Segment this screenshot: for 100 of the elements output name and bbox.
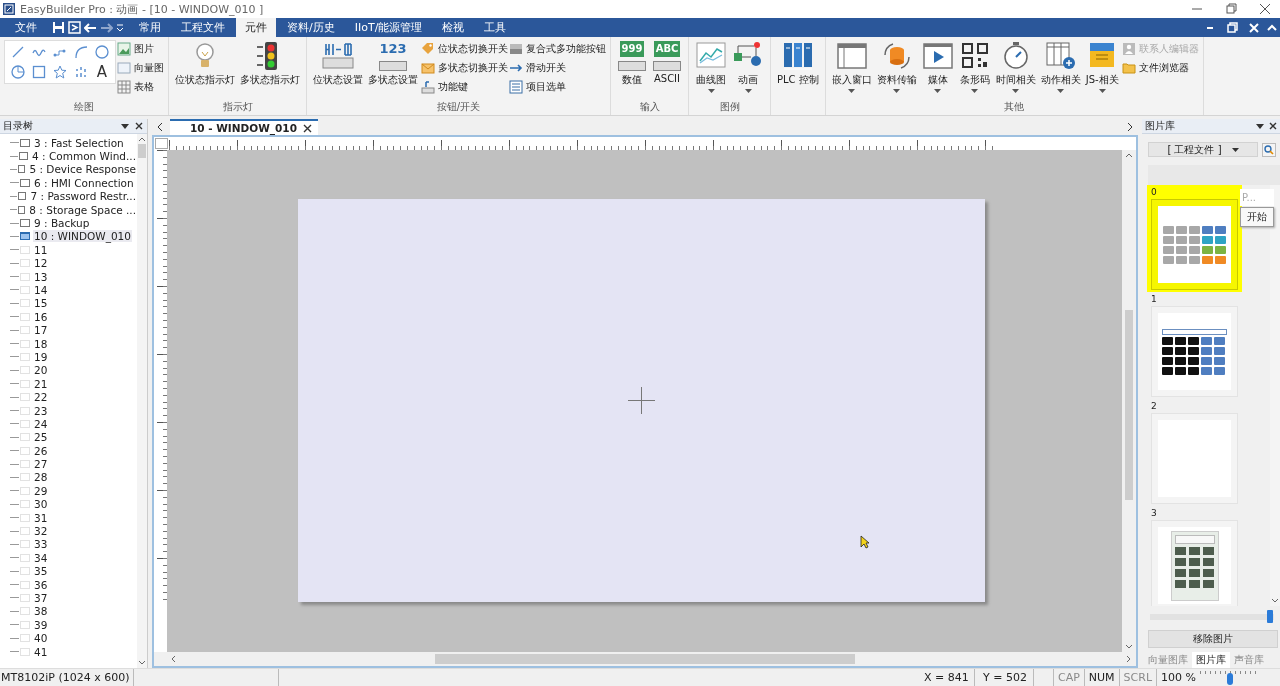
ribbon-tab[interactable]: 元件 bbox=[236, 18, 276, 37]
ribbon-button[interactable]: 项目选单 bbox=[509, 79, 606, 95]
scroll-down-icon[interactable] bbox=[1271, 598, 1279, 604]
scroll-thumb[interactable] bbox=[435, 654, 855, 664]
tree-item[interactable]: 40 bbox=[33, 632, 49, 645]
tree-item[interactable]: 5 : Device Response bbox=[28, 163, 137, 176]
dropdown-icon[interactable] bbox=[120, 121, 130, 131]
ribbon-tab[interactable]: 工具 bbox=[475, 18, 516, 37]
file-menu[interactable]: 文件 bbox=[6, 18, 46, 37]
scroll-down-icon[interactable] bbox=[1125, 644, 1133, 650]
ribbon-button[interactable]: 图片 bbox=[117, 41, 164, 57]
tree-item[interactable]: 32 bbox=[33, 525, 49, 537]
close-icon[interactable] bbox=[302, 123, 312, 133]
tree-item[interactable]: 34 bbox=[33, 551, 49, 564]
slider-thumb[interactable] bbox=[1267, 610, 1274, 623]
tree-item[interactable]: 7 : Password Restr... bbox=[29, 190, 137, 203]
star-tool-icon[interactable] bbox=[53, 65, 67, 79]
tree-item[interactable]: 39 bbox=[33, 618, 49, 631]
tree-item[interactable]: 27 bbox=[33, 458, 49, 471]
ribbon-tab[interactable]: 工程文件 bbox=[172, 18, 234, 37]
ribbon-button[interactable]: 文件浏览器 bbox=[1121, 60, 1199, 76]
context-menu-item[interactable]: 开始 bbox=[1240, 207, 1274, 227]
document-tab[interactable]: 10 - WINDOW_010 bbox=[170, 119, 318, 135]
ribbon-button[interactable]: 位状态指示灯 bbox=[173, 40, 237, 88]
ribbon-button[interactable]: 999 数值 bbox=[615, 40, 649, 88]
tree-item[interactable]: 3 : Fast Selection bbox=[33, 136, 125, 149]
scroll-left-icon[interactable] bbox=[170, 655, 176, 663]
ribbon-tab[interactable]: 检视 bbox=[433, 18, 474, 37]
scroll-right-icon[interactable] bbox=[1126, 122, 1134, 132]
tree-item[interactable]: 16 bbox=[33, 310, 49, 323]
scroll-thumb[interactable] bbox=[1125, 310, 1133, 500]
tree-item[interactable]: 8 : Storage Space ... bbox=[28, 203, 137, 216]
ribbon-button[interactable]: 动画 bbox=[730, 40, 766, 94]
ribbon-tab[interactable]: IIoT/能源管理 bbox=[345, 18, 432, 37]
scrollbar[interactable] bbox=[137, 134, 147, 668]
tree-item[interactable]: 33 bbox=[33, 538, 49, 551]
slider-thumb[interactable] bbox=[1227, 672, 1233, 685]
tree-item[interactable]: 4 : Common Wind... bbox=[31, 150, 137, 163]
save-icon[interactable] bbox=[52, 21, 65, 34]
ribbon-button[interactable]: 滑动开关 bbox=[509, 60, 606, 76]
tree-item[interactable]: 11 bbox=[33, 243, 49, 256]
ribbon-button[interactable]: 复合式多功能按钮 bbox=[509, 41, 606, 57]
tree-item[interactable]: 22 bbox=[33, 391, 49, 404]
tree-item[interactable]: 35 bbox=[33, 565, 49, 578]
close-icon[interactable] bbox=[134, 121, 144, 131]
tree-item[interactable]: 24 bbox=[33, 417, 49, 430]
ribbon-button[interactable]: 嵌入窗口 bbox=[829, 40, 874, 94]
dropdown-icon[interactable] bbox=[1255, 121, 1265, 131]
ribbon-button[interactable]: 资料传输 bbox=[874, 40, 919, 94]
scrollbar[interactable] bbox=[154, 652, 1136, 666]
tree-item[interactable]: 15 bbox=[33, 297, 49, 310]
scroll-down-icon[interactable] bbox=[138, 660, 146, 666]
tree-item[interactable]: 23 bbox=[33, 404, 49, 417]
scroll-right-icon[interactable] bbox=[1126, 655, 1132, 663]
ribbon-button[interactable]: 功能键 bbox=[421, 79, 508, 95]
undo-icon[interactable] bbox=[84, 21, 97, 34]
remove-picture-button[interactable]: 移除图片 bbox=[1148, 630, 1278, 648]
ribbon-button[interactable]: 123 多状态设置 bbox=[366, 40, 420, 88]
close-icon[interactable] bbox=[1269, 121, 1277, 131]
tree-item[interactable]: 26 bbox=[33, 444, 49, 457]
scrollbar[interactable] bbox=[1270, 185, 1280, 606]
ribbon-button[interactable]: 媒体 bbox=[919, 40, 956, 94]
scroll-thumb[interactable] bbox=[138, 144, 146, 158]
scroll-up-icon[interactable] bbox=[138, 136, 146, 142]
library-tab[interactable]: 图片库 bbox=[1192, 652, 1230, 668]
export-icon[interactable] bbox=[68, 21, 81, 34]
rectangle-tool-icon[interactable] bbox=[32, 65, 46, 79]
ribbon-button[interactable]: 时间相关 bbox=[993, 40, 1038, 94]
circle-tool-icon[interactable] bbox=[95, 45, 109, 59]
tree-item[interactable]: 31 bbox=[33, 511, 49, 524]
ribbon-tab[interactable]: 资料/历史 bbox=[278, 18, 344, 37]
tree-item[interactable]: 38 bbox=[33, 605, 49, 618]
picture-item[interactable]: 0 bbox=[1147, 185, 1242, 292]
tree-item[interactable]: 12 bbox=[33, 257, 49, 270]
redo-icon[interactable] bbox=[100, 21, 113, 34]
arc-tool-icon[interactable] bbox=[74, 45, 88, 59]
line-tool-icon[interactable] bbox=[11, 45, 25, 59]
search-icon[interactable] bbox=[1262, 142, 1276, 157]
tree-item[interactable]: 30 bbox=[33, 498, 49, 511]
ribbon-button[interactable]: 曲线图 bbox=[693, 40, 729, 94]
ribbon-button[interactable]: 多状态指示灯 bbox=[238, 40, 302, 88]
scrollbar[interactable] bbox=[1122, 150, 1136, 652]
ribbon-button[interactable]: 多状态切换开关 bbox=[421, 60, 508, 76]
pie-tool-icon[interactable] bbox=[11, 65, 25, 79]
ribbon-tab[interactable]: 常用 bbox=[130, 18, 170, 37]
tree-item[interactable]: 25 bbox=[33, 431, 49, 444]
tree-item[interactable]: 28 bbox=[33, 471, 49, 484]
tree-item[interactable]: 14 bbox=[33, 284, 49, 296]
customize-caret-icon[interactable] bbox=[116, 21, 124, 34]
text-tool[interactable]: A bbox=[96, 65, 108, 79]
tree-item[interactable]: 37 bbox=[33, 591, 49, 604]
tree-item[interactable]: 6 : HMI Connection bbox=[33, 176, 135, 189]
tree-item[interactable]: 13 bbox=[33, 270, 49, 283]
tree-item[interactable]: 18 bbox=[33, 337, 49, 350]
scroll-up-icon[interactable] bbox=[1125, 152, 1133, 158]
scroll-left-icon[interactable] bbox=[156, 122, 164, 132]
tree-item[interactable]: 29 bbox=[33, 484, 49, 497]
tree-item[interactable]: 19 bbox=[33, 350, 49, 363]
ribbon-button[interactable]: JS-相关 bbox=[1083, 40, 1121, 94]
ribbon-button[interactable]: PLC 控制 bbox=[775, 40, 821, 88]
